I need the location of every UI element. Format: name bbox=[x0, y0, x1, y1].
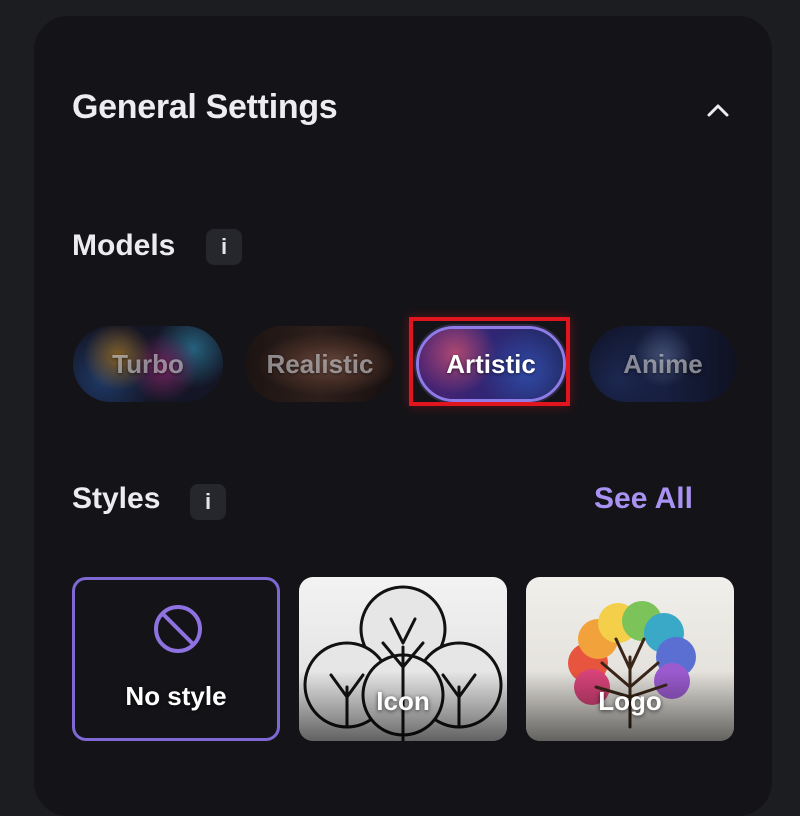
section-title: General Settings bbox=[72, 88, 338, 126]
model-label: Artistic bbox=[446, 348, 536, 379]
no-style-icon bbox=[154, 605, 202, 653]
model-label: Turbo bbox=[112, 348, 184, 379]
model-label: Realistic bbox=[266, 348, 374, 379]
style-card-no-style[interactable]: No style bbox=[72, 577, 280, 741]
styles-info-icon[interactable]: i bbox=[190, 484, 226, 520]
model-artistic[interactable]: Artistic bbox=[416, 326, 566, 402]
model-turbo[interactable]: Turbo bbox=[73, 326, 223, 402]
model-realistic[interactable]: Realistic bbox=[245, 326, 395, 402]
model-anime[interactable]: Anime bbox=[589, 326, 737, 402]
style-label: No style bbox=[125, 681, 227, 711]
style-label: Logo bbox=[598, 686, 662, 716]
chevron-up-icon[interactable] bbox=[703, 98, 733, 122]
models-info-icon[interactable]: i bbox=[206, 229, 242, 265]
see-all-link[interactable]: See All bbox=[594, 482, 693, 516]
style-card-logo[interactable]: Logo bbox=[526, 577, 734, 741]
style-label: Icon bbox=[376, 686, 430, 716]
styles-label: Styles bbox=[72, 482, 161, 515]
style-card-icon[interactable]: Icon bbox=[299, 577, 507, 741]
model-label: Anime bbox=[623, 348, 703, 379]
models-label: Models bbox=[72, 229, 176, 262]
